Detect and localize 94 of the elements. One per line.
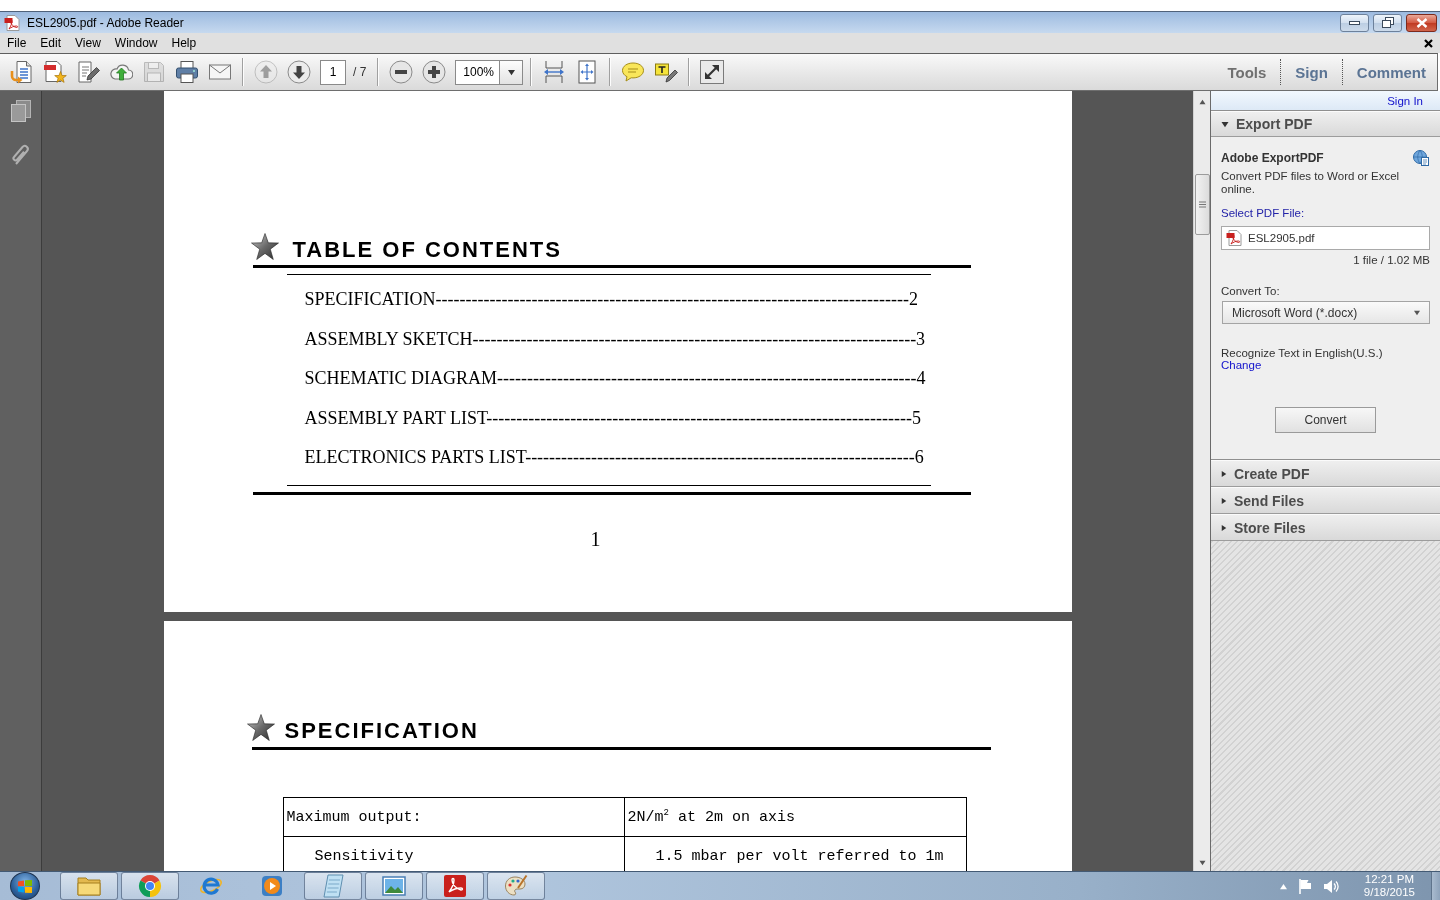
palette-icon [504,874,528,898]
text-pencil-icon [654,60,679,84]
show-desktop-button[interactable] [1431,872,1440,900]
file-label: Select PDF File: [1221,207,1306,220]
toc-entry: ASSEMBLY PART LIST-----------------------------------------------------------------------5 [304,406,922,430]
arrow-down-circle-icon [287,60,311,84]
caret-down-icon [1221,120,1229,128]
caret-down-icon [507,68,515,76]
change-link[interactable]: Change [1221,359,1430,371]
pdf-icon [443,874,467,898]
zoom-dropdown-button[interactable] [499,59,524,85]
minimize-icon [1349,20,1360,25]
section-header[interactable]: Send Files [1211,487,1440,514]
section-heading: TABLE OF CONTENTS [292,240,562,260]
printer-icon [175,60,199,84]
section-header[interactable]: Store Files [1211,514,1440,541]
page-count: / 7 [353,65,367,79]
diagonal-arrows-icon [700,60,725,84]
minimize-button[interactable] [1340,13,1369,32]
page-number-field[interactable]: 1 [320,59,346,85]
caret-right-icon [1221,469,1227,478]
next-page-button[interactable] [284,57,314,87]
scrollbar-track[interactable] [1193,91,1210,871]
caret-right-icon [1221,523,1227,532]
circle-logo-icon [138,874,162,898]
section-header[interactable]: Export PDF [1211,111,1440,137]
taskbar-button[interactable] [487,872,545,900]
zoom-field[interactable]: 100% [455,59,500,85]
close-document-icon[interactable] [1424,38,1433,48]
caret-right-icon [1221,496,1227,505]
scrollbar-thumb[interactable] [1194,174,1210,235]
taskbar-button[interactable] [304,872,362,900]
speech-bubble-icon [621,60,646,84]
sign-in-link[interactable]: Sign In [1387,93,1423,108]
scroll-up-icon[interactable] [1198,99,1206,105]
minus-circle-icon [389,60,414,84]
toc-entry: SPECIFICATION-------------------------------------------------------------------------------2 [304,288,920,311]
speaker-icon[interactable] [1322,878,1340,894]
folder-icon [77,874,101,898]
toc-entry: ASSEMBLY SKETCH--------------------------------------------------------------------------3 [304,327,926,351]
star-icon [246,714,275,741]
menu-item[interactable]: File [0,33,34,53]
pane-button[interactable]: Tools [1213,63,1281,81]
pages-icon[interactable] [9,100,32,122]
taskbar-button[interactable] [121,872,179,900]
menu-item[interactable]: Help [164,33,204,53]
format-select[interactable]: Microsoft Word (*.docx) [1222,301,1430,324]
caret-up-icon[interactable] [1278,882,1288,890]
section-heading: SPECIFICATION [284,721,479,741]
panel-description: Convert PDF files to Word or Excel online. [1221,170,1401,196]
close-icon [1415,17,1428,28]
toc-entry: ELECTRONICS PARTS LIST-----------------------------------------------------------------6 [304,446,925,469]
pdf-file-icon [4,14,20,31]
start-button[interactable] [10,872,40,900]
toc-entry: SCHEMATIC DIAGRAM----------------------------------------------------------------------4 [304,367,926,390]
document-pencil-icon [76,60,100,84]
taskbar-button[interactable] [60,872,118,900]
file-field[interactable]: ESL2905.pdf [1221,226,1430,250]
menu-item[interactable]: View [68,33,108,53]
panel-heading: Adobe ExportPDF [1221,151,1324,165]
convert-to-label: Convert To: [1221,285,1281,298]
pane-button[interactable]: Sign [1281,63,1342,81]
globe-document-icon [1413,150,1429,166]
file-size-info: 1 file / 1.02 MB [1352,254,1430,267]
plus-circle-icon [422,60,447,84]
scroll-down-icon[interactable] [1198,860,1206,866]
table-cell: 2N/m$^{2}$ at 2m on axis [624,798,967,837]
flag-icon[interactable] [1297,878,1313,894]
picture-icon [382,874,406,898]
menu-item[interactable]: Window [107,33,165,53]
restore-icon [1381,17,1394,28]
close-button[interactable] [1406,13,1437,32]
table-cell: Maximum output: [283,798,625,837]
window-title: ESL2905.pdf - Adobe Reader [27,14,185,31]
taskbar-button[interactable] [365,872,423,900]
document-star-icon [43,60,67,84]
notepad-icon [321,874,345,898]
arrow-up-circle-icon [254,60,278,84]
taskbar-button[interactable] [426,872,484,900]
pane-button[interactable]: Comment [1342,63,1437,81]
convert-button[interactable]: Convert [1275,407,1376,433]
document-arrow-icon [10,60,34,84]
menu-item[interactable]: Edit [33,33,69,53]
restore-button[interactable] [1373,13,1402,32]
page-number: 1 [590,527,601,551]
grip-icon [1198,201,1206,208]
paperclip-icon[interactable] [10,143,31,167]
play-icon [260,874,284,898]
four-pane-logo-icon [18,879,32,893]
ocr-language-text: Recognize Text in English(U.S.) [1221,347,1384,359]
caret-down-icon [1413,309,1421,316]
star-icon [250,233,279,260]
pdf-file-icon [1226,230,1242,246]
section-header[interactable]: Create PDF [1211,460,1440,487]
